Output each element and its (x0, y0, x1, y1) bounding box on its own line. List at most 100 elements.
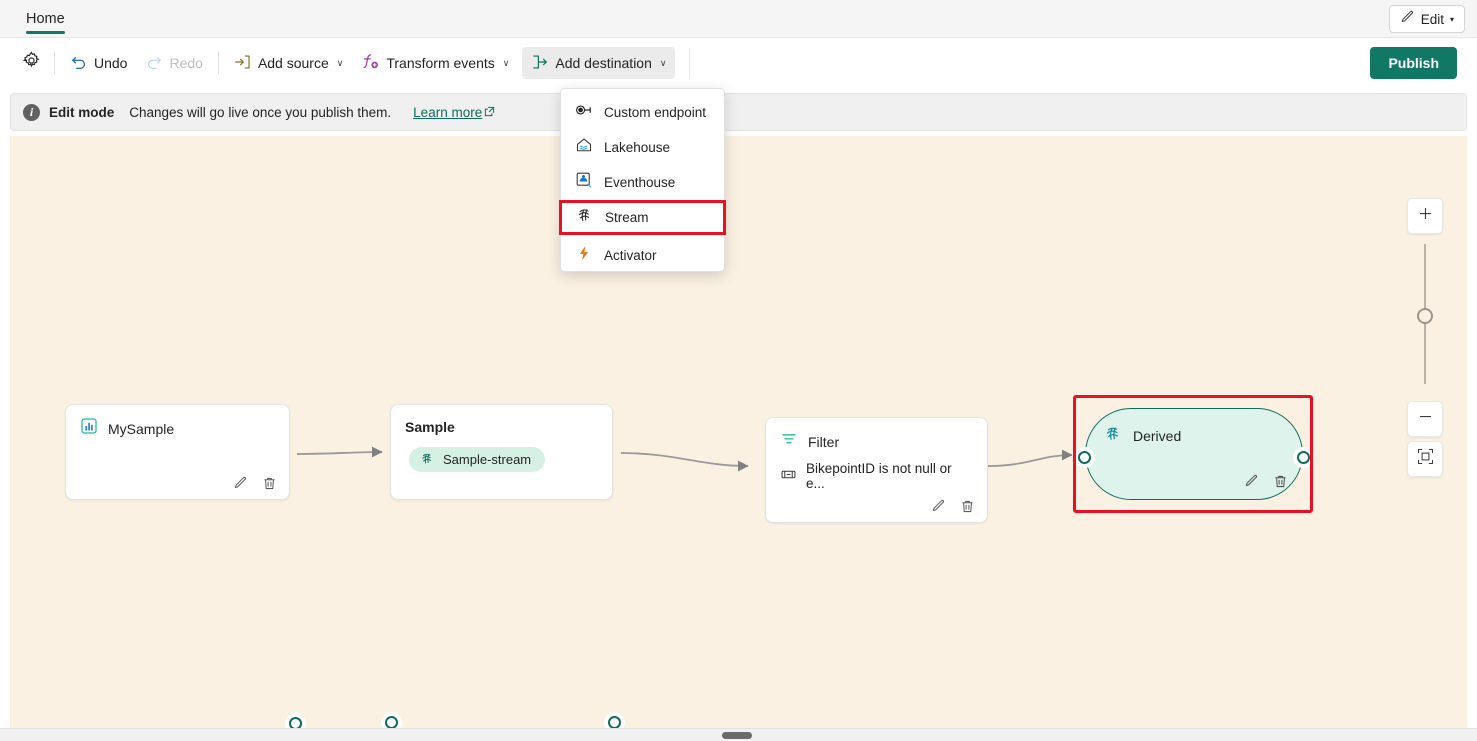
node-derived-title: Derived (1133, 428, 1181, 444)
zoom-slider-thumb[interactable] (1417, 308, 1433, 324)
node-sample-output-port[interactable] (608, 716, 621, 728)
add-destination-label: Add destination (555, 55, 652, 71)
add-destination-menu[interactable]: Custom endpoint Lakehouse Eventhouse (560, 88, 725, 272)
menu-item-custom-endpoint-label: Custom endpoint (604, 105, 706, 120)
node-mysample[interactable]: MySample (65, 404, 290, 500)
tab-strip: Home Edit ▾ (0, 0, 1477, 38)
edit-mode-banner: i Edit mode Changes will go live once yo… (10, 93, 1467, 131)
learn-more-label: Learn more (413, 105, 482, 120)
pencil-icon[interactable] (233, 476, 248, 491)
toolbar-divider (54, 52, 55, 74)
horizontal-scrollbar-thumb[interactable] (722, 732, 752, 739)
activator-icon (575, 244, 593, 267)
transform-events-button[interactable]: Transform events ∨ (352, 47, 518, 79)
menu-item-stream[interactable]: Stream (559, 200, 726, 235)
chevron-down-icon: ▾ (1450, 15, 1454, 24)
chevron-down-icon: ∨ (503, 58, 510, 69)
add-source-button[interactable]: Add source ∨ (225, 47, 352, 79)
redo-icon (145, 53, 163, 74)
plus-icon (1418, 206, 1433, 226)
node-derived-input-port[interactable] (1078, 451, 1091, 464)
filter-icon (780, 430, 798, 453)
menu-item-lakehouse-label: Lakehouse (604, 140, 670, 155)
tab-home-label: Home (26, 11, 65, 27)
zoom-out-button[interactable] (1407, 401, 1443, 437)
pencil-icon[interactable] (1244, 474, 1259, 489)
node-derived[interactable]: Derived (1085, 408, 1303, 500)
undo-icon (70, 53, 88, 74)
node-filter[interactable]: Filter BikepointID is not null or e... (765, 417, 988, 523)
eventhouse-icon (575, 171, 593, 194)
command-bar: Undo Redo Add source ∨ (0, 38, 1477, 88)
pipeline-canvas[interactable]: MySample Sample (10, 136, 1467, 728)
redo-label: Redo (169, 55, 202, 71)
transform-events-icon (361, 52, 380, 74)
node-mysample-actions (233, 476, 277, 491)
undo-button[interactable]: Undo (61, 47, 136, 79)
add-source-label: Add source (258, 55, 329, 71)
pencil-icon (1400, 10, 1415, 28)
node-filter-header: Filter (766, 418, 987, 453)
settings-button[interactable] (14, 47, 48, 79)
node-derived-actions (1244, 474, 1288, 489)
menu-item-custom-endpoint[interactable]: Custom endpoint (561, 95, 724, 130)
horizontal-scrollbar[interactable] (0, 728, 1477, 741)
zoom-in-button[interactable] (1407, 198, 1443, 234)
sample-data-icon (80, 417, 98, 440)
node-sample-title: Sample (405, 419, 455, 435)
fit-to-screen-icon (1417, 448, 1434, 470)
menu-item-eventhouse-label: Eventhouse (604, 175, 675, 190)
connector-sample-to-filter (621, 453, 748, 466)
toolbar-divider-2 (218, 52, 219, 74)
pencil-icon[interactable] (931, 499, 946, 514)
node-filter-actions (931, 499, 975, 514)
zoom-controls (1407, 198, 1443, 234)
toolbar-divider-3 (689, 48, 690, 78)
stream-icon (1104, 424, 1123, 448)
stream-icon (420, 451, 435, 469)
node-filter-condition: BikepointID is not null or e... (806, 461, 973, 491)
fit-to-screen-button[interactable] (1407, 441, 1443, 477)
minus-icon (1418, 409, 1433, 429)
add-destination-button[interactable]: Add destination ∨ (522, 47, 675, 79)
connector-filter-to-derived (987, 455, 1072, 466)
menu-item-lakehouse[interactable]: Lakehouse (561, 130, 724, 165)
menu-item-stream-label: Stream (605, 210, 649, 225)
gear-icon (22, 51, 41, 75)
stream-pill[interactable]: Sample-stream (409, 447, 545, 472)
menu-item-activator[interactable]: Activator (561, 238, 724, 273)
node-mysample-title: MySample (108, 421, 174, 437)
undo-label: Undo (94, 55, 127, 71)
node-filter-condition-row: BikepointID is not null or e... (766, 453, 987, 491)
edit-mode-label: Edit (1421, 12, 1444, 27)
learn-more-link[interactable]: Learn more (413, 105, 495, 120)
chevron-down-icon: ∨ (660, 58, 667, 69)
publish-button[interactable]: Publish (1370, 47, 1457, 79)
node-derived-output-port[interactable] (1297, 451, 1310, 464)
add-source-icon (234, 53, 252, 74)
node-sample-input-port[interactable] (385, 716, 398, 728)
menu-item-activator-label: Activator (604, 248, 657, 263)
menu-item-eventhouse[interactable]: Eventhouse (561, 165, 724, 200)
lakehouse-icon (575, 136, 593, 159)
trash-icon[interactable] (262, 476, 277, 491)
node-mysample-header: MySample (66, 405, 289, 440)
trash-icon[interactable] (1273, 474, 1288, 489)
edit-mode-button[interactable]: Edit ▾ (1389, 5, 1465, 33)
redo-button[interactable]: Redo (136, 47, 211, 79)
trash-icon[interactable] (960, 499, 975, 514)
condition-icon (780, 466, 797, 486)
node-sample[interactable]: Sample Sample-stream (390, 404, 613, 500)
custom-endpoint-icon (575, 101, 593, 124)
external-link-icon (484, 105, 495, 120)
connector-mysample-to-sample (297, 452, 382, 454)
node-mysample-output-port[interactable] (289, 717, 302, 728)
transform-events-label: Transform events (386, 55, 494, 71)
stream-pill-label: Sample-stream (443, 452, 531, 467)
node-sample-header: Sample (391, 405, 612, 435)
tab-home-active-indicator (26, 31, 65, 34)
tab-home[interactable]: Home (20, 0, 71, 38)
chevron-down-icon: ∨ (337, 58, 344, 69)
info-icon: i (23, 104, 40, 121)
node-derived-header: Derived (1086, 409, 1302, 448)
